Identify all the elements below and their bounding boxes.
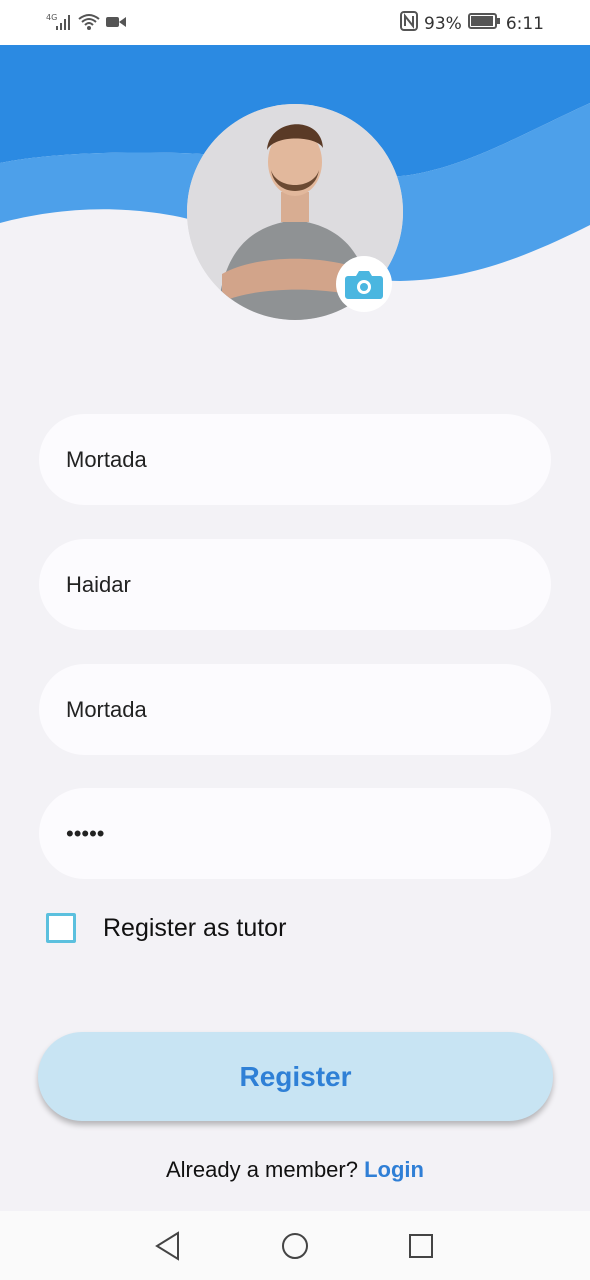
- clock: 6:11: [505, 13, 544, 34]
- last-name-input[interactable]: [64, 570, 551, 599]
- login-prompt: Already a member? Login: [0, 1157, 590, 1183]
- password-field[interactable]: [39, 788, 551, 879]
- login-prompt-text: Already a member?: [166, 1157, 358, 1182]
- tutor-checkbox[interactable]: [46, 913, 76, 943]
- home-button[interactable]: [278, 1229, 312, 1263]
- camera-icon: [345, 271, 383, 299]
- username-input[interactable]: [64, 695, 551, 724]
- battery-icon: [467, 13, 500, 34]
- password-input[interactable]: [64, 819, 551, 848]
- wifi-icon: [78, 13, 100, 36]
- nfc-icon: [400, 11, 419, 36]
- change-photo-button[interactable]: [336, 256, 392, 312]
- tutor-checkbox-label: Register as tutor: [103, 913, 287, 942]
- battery-percent: 93%: [424, 13, 462, 34]
- last-name-field[interactable]: [39, 539, 551, 630]
- back-button[interactable]: [151, 1229, 185, 1263]
- recents-square-icon: [409, 1234, 433, 1258]
- username-field[interactable]: [39, 664, 551, 755]
- recents-button[interactable]: [404, 1229, 438, 1263]
- home-circle-icon: [282, 1233, 308, 1259]
- status-right: 93% 6:11: [400, 11, 544, 36]
- first-name-field[interactable]: [39, 414, 551, 505]
- status-left: 4G: [46, 12, 126, 37]
- signal-icon: 4G: [46, 12, 72, 37]
- first-name-input[interactable]: [64, 445, 551, 474]
- register-button[interactable]: Register: [38, 1032, 553, 1121]
- navigation-bar: [0, 1211, 590, 1280]
- network-type: 4G: [46, 13, 57, 22]
- tutor-checkbox-row[interactable]: Register as tutor: [46, 913, 286, 943]
- video-camera-icon: [106, 14, 126, 35]
- status-bar: 4G 93% 6:11: [0, 0, 590, 45]
- login-link[interactable]: Login: [364, 1157, 424, 1182]
- back-triangle-icon: [155, 1231, 179, 1261]
